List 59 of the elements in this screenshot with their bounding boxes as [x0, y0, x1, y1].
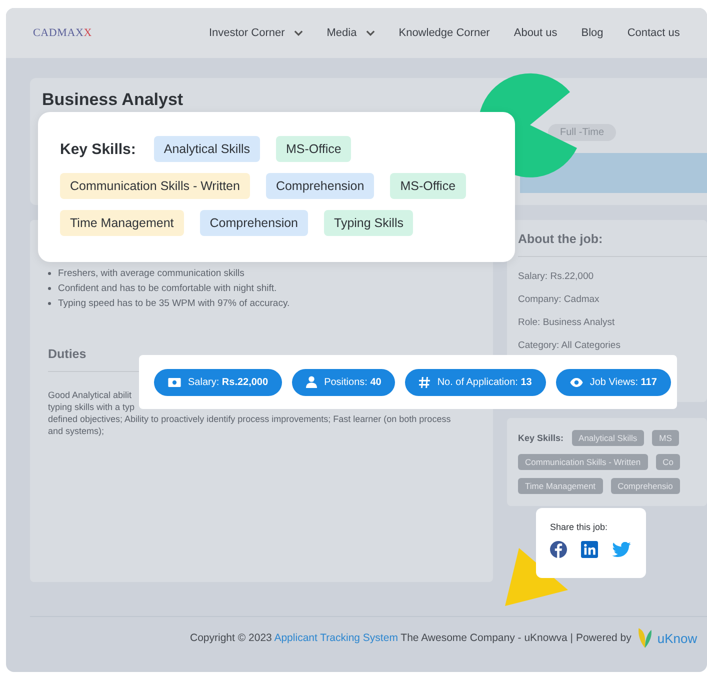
duties-text: and systems);: [48, 425, 104, 437]
job-detail-text: Role: Business Analyst: [518, 317, 616, 330]
bullet-dot: [48, 302, 51, 305]
skill-tag: MS-Office: [276, 136, 352, 162]
skill-tag: MS: [652, 430, 679, 446]
skill-tag: Comprehension: [266, 173, 374, 199]
skill-tag: Time Management: [60, 210, 184, 236]
share-title: Share this job:: [550, 522, 609, 532]
skill-tag: Typing Skills: [324, 210, 414, 236]
key-skills-label: Key Skills:: [518, 433, 564, 443]
job-detail-text: Company: Cadmax: [518, 294, 600, 307]
person-icon: [306, 376, 318, 388]
bullet-dot: [48, 272, 51, 275]
skill-tag: Analytical Skills: [572, 430, 644, 446]
stat-text: Job Views: 117: [590, 376, 657, 388]
skill-tag: Analytical Skills: [154, 136, 260, 162]
chevron-down-icon: [294, 30, 303, 36]
triangle-decoration: [505, 548, 569, 608]
hash-icon: [419, 376, 430, 388]
requirement-text: Typing speed has to be 35 WPM with 97% of accuracy.: [58, 298, 290, 309]
job-title: Business Analyst: [42, 90, 184, 110]
leaf-logo-icon: [636, 626, 654, 650]
nav-link[interactable]: Investor Corner: [208, 27, 303, 39]
job-type-tag: Full -Time: [548, 124, 616, 141]
facebook-icon[interactable]: [550, 541, 567, 558]
logo[interactable]: CADMAXX: [33, 27, 92, 39]
nav-link[interactable]: Media: [326, 27, 375, 39]
skill-tag: MS-Office: [390, 173, 466, 199]
banknote-icon: [168, 378, 181, 386]
bird-icon[interactable]: [612, 542, 631, 557]
nav-link[interactable]: Knowledge Corner: [398, 27, 490, 39]
brand-name: uKnow: [657, 630, 698, 646]
eye-icon: [570, 378, 583, 386]
duties-text: Good Analytical abilit: [48, 389, 132, 401]
bullet-dot: [48, 287, 51, 290]
key-skills-label: Key Skills:: [60, 140, 136, 158]
skill-tag: Communication Skills - Written: [518, 454, 648, 470]
nav-link[interactable]: Contact us: [627, 27, 680, 39]
duties-text: defined objectives; Ability to proactively identify process improvements; Fast learner (on both process: [48, 413, 451, 425]
skill-tag: Time Management: [518, 478, 603, 494]
job-detail-text: Category: All Categories: [518, 340, 622, 353]
stat-text: Salary: Rs.22,000: [188, 376, 268, 388]
section-heading: Duties: [48, 347, 88, 361]
requirement-text: Confident and has to be comfortable with night shift.: [58, 283, 277, 294]
duties-text: typing skills with a typ: [48, 401, 135, 413]
stat-text: No. of Application: 13: [437, 376, 532, 388]
requirement-text: Freshers, with average communication skills: [58, 268, 244, 279]
section-heading: About the job:: [518, 232, 604, 246]
stat-text: Positions: 40: [324, 376, 382, 388]
job-detail-text: Salary: Rs.22,000: [518, 271, 595, 284]
skill-tag: Comprehensio: [610, 478, 680, 494]
chevron-down-icon: [366, 30, 375, 36]
skill-tag: Comprehension: [200, 210, 308, 236]
copyright-text: Copyright © 2023 Applicant Tracking System The Awesome Company - uKnowva | Powered by: [190, 632, 632, 644]
skill-tag: Co: [656, 454, 680, 470]
nav-link[interactable]: Blog: [581, 27, 604, 39]
skill-tag: Communication Skills - Written: [60, 173, 250, 199]
nav-link[interactable]: About us: [514, 27, 558, 39]
linkedin-icon[interactable]: [581, 541, 598, 558]
